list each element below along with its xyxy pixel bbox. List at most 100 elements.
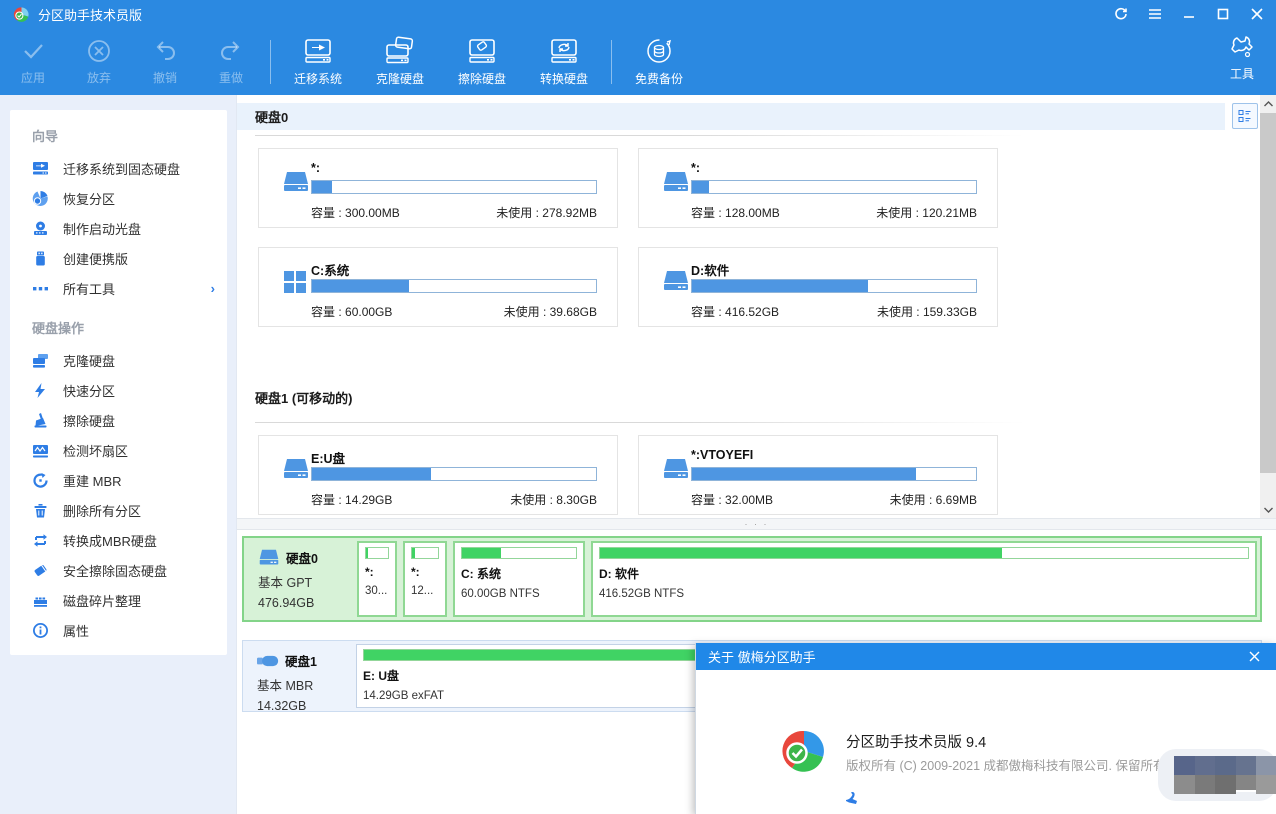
clone-disk-button[interactable]: 克隆硬盘 (359, 32, 441, 92)
menu-icon[interactable] (1142, 2, 1168, 26)
partition-card-star-128[interactable]: *: 容量 : 128.00MB 未使用 : 120.21MB (638, 148, 998, 228)
about-app-logo-icon (780, 729, 828, 775)
defrag-icon (32, 592, 49, 609)
free-backup-button[interactable]: 免费备份 (618, 32, 700, 92)
usage-bar (691, 467, 977, 481)
partition-title: *: (691, 161, 700, 175)
lightning-icon (32, 382, 49, 399)
dialog-close-button[interactable] (1240, 643, 1268, 670)
window-title: 分区助手技术员版 (38, 5, 142, 24)
about-dialog: 关于 傲梅分区助手 分区助手技术员版 9.4 版权所有 (C) 2009-202… (695, 643, 1276, 814)
redo-button[interactable]: 重做 (198, 32, 264, 92)
cancel-circle-icon (85, 37, 113, 65)
clone-disk-icon (32, 352, 49, 369)
sidebar-item-wipe-disk[interactable]: 擦除硬盘 (10, 405, 227, 435)
boot-disc-icon (32, 220, 49, 237)
partition-block-c-system[interactable]: C: 系统 60.00GB NTFS (453, 541, 585, 617)
maximize-button[interactable] (1210, 2, 1236, 26)
minimize-button[interactable] (1176, 2, 1202, 26)
disk-operations-panel: 硬盘操作 克隆硬盘 快速分区 擦除硬盘 检测坏扇区 重建 MBR (10, 302, 227, 655)
unused-text: 未使用 : 8.30GB (510, 491, 597, 508)
bad-sector-wave-icon (32, 442, 49, 459)
partition-title: D:软件 (691, 260, 729, 279)
disk-convert-icon (547, 36, 581, 66)
refresh-icon[interactable] (1108, 2, 1134, 26)
partition-card-vtoyefi[interactable]: *:VTOYEFI 容量 : 32.00MB 未使用 : 6.69MB (638, 435, 998, 515)
toolbar-separator (270, 40, 271, 84)
section-title-wizard: 向导 (10, 120, 227, 153)
partition-block-star-300[interactable]: *: 30... (357, 541, 397, 617)
unused-text: 未使用 : 278.92MB (496, 204, 597, 221)
partition-block-star-128[interactable]: *: 12... (403, 541, 447, 617)
undo-icon (151, 37, 179, 65)
scrollbar-thumb[interactable] (1260, 113, 1276, 473)
toolbar: 应用 放弃 撤销 重做 迁移系 (0, 28, 1276, 95)
titlebar: 分区助手技术员版 (0, 0, 1276, 28)
disk0-row-selected[interactable]: 硬盘0 基本 GPT 476.94GB *: 30... *: 12... C:… (242, 536, 1262, 622)
sidebar-item-secure-erase-ssd[interactable]: 安全擦除固态硬盘 (10, 555, 227, 585)
sidebar-item-check-bad-sectors[interactable]: 检测坏扇区 (10, 435, 227, 465)
dialog-titlebar: 关于 傲梅分区助手 (696, 643, 1276, 670)
scroll-down-button[interactable] (1260, 501, 1276, 518)
window-chrome: 分区助手技术员版 (0, 0, 1276, 95)
backup-icon (642, 36, 676, 66)
disk-overview-pane: 硬盘0 *: 容量 : 300.00MB 未使用 : 278.92MB *: 容… (237, 95, 1276, 518)
disk0-section-header: 硬盘0 (237, 103, 1225, 130)
partition-card-star-300[interactable]: *: 容量 : 300.00MB 未使用 : 278.92MB (258, 148, 618, 228)
about-app-name: 分区助手技术员版 9.4 (846, 731, 986, 752)
apply-button[interactable]: 应用 (0, 32, 66, 92)
sidebar-item-clone-disk[interactable]: 克隆硬盘 (10, 345, 227, 375)
sidebar-item-migrate-to-ssd[interactable]: 迁移系统到固态硬盘 (10, 153, 227, 183)
disk-icon (663, 270, 689, 292)
sidebar-item-rebuild-mbr[interactable]: 重建 MBR (10, 465, 227, 495)
sidebar-item-recover-partition[interactable]: 恢复分区 (10, 183, 227, 213)
partition-card-d-software[interactable]: D:软件 容量 : 416.52GB 未使用 : 159.33GB (638, 247, 998, 327)
sidebar-item-convert-to-mbr[interactable]: 转换成MBR硬盘 (10, 525, 227, 555)
wipe-disk-button[interactable]: 擦除硬盘 (441, 32, 523, 92)
sidebar-item-quick-partition[interactable]: 快速分区 (10, 375, 227, 405)
sidebar-item-defragment[interactable]: 磁盘碎片整理 (10, 585, 227, 615)
partition-card-c-system[interactable]: C:系统 容量 : 60.00GB 未使用 : 39.68GB (258, 247, 618, 327)
eraser-icon (32, 562, 49, 579)
sidebar-item-create-portable[interactable]: 创建便携版 (10, 243, 227, 273)
chevron-right-icon: › (211, 281, 215, 296)
close-button[interactable] (1244, 2, 1270, 26)
sidebar-item-all-tools[interactable]: 所有工具 › (10, 273, 227, 303)
disk-icon (283, 458, 309, 480)
dialog-title: 关于 傲梅分区助手 (708, 647, 816, 666)
tools-button[interactable]: 工具 (1214, 28, 1270, 88)
pane-splitter[interactable]: · · · (237, 518, 1276, 530)
capacity-text: 容量 : 300.00MB (311, 204, 400, 221)
sidebar-item-properties[interactable]: 属性 (10, 615, 227, 645)
redo-icon (217, 37, 245, 65)
unused-text: 未使用 : 159.33GB (877, 303, 977, 320)
view-toggle-button[interactable] (1232, 103, 1258, 129)
section-title-disk-operations: 硬盘操作 (10, 312, 227, 345)
vertical-scrollbar[interactable] (1260, 95, 1276, 518)
convert-arrows-icon (32, 532, 49, 549)
scroll-up-button[interactable] (1260, 95, 1276, 112)
migrate-system-button[interactable]: 迁移系统 (277, 32, 359, 92)
disk-icon (258, 549, 280, 566)
unused-text: 未使用 : 39.68GB (504, 303, 597, 320)
trash-icon (32, 502, 49, 519)
partition-title: E:U盘 (311, 448, 345, 467)
list-view-icon (1237, 108, 1253, 124)
sidebar: 向导 迁移系统到固态硬盘 恢复分区 制作启动光盘 创建便携版 所有工具 › (0, 95, 237, 814)
pointer-hand-icon (844, 790, 860, 806)
sidebar-item-delete-all-partitions[interactable]: 删除所有分区 (10, 495, 227, 525)
partition-title: *: (311, 161, 320, 175)
wizard-panel: 向导 迁移系统到固态硬盘 恢复分区 制作启动光盘 创建便携版 所有工具 › (10, 110, 227, 313)
disk-clone-icon (383, 36, 417, 66)
convert-disk-button[interactable]: 转换硬盘 (523, 32, 605, 92)
wrench-icon (1229, 35, 1255, 61)
sidebar-item-make-boot-disc[interactable]: 制作启动光盘 (10, 213, 227, 243)
partition-card-e-usb[interactable]: E:U盘 容量 : 14.29GB 未使用 : 8.30GB (258, 435, 618, 515)
discard-button[interactable]: 放弃 (66, 32, 132, 92)
windows-logo-icon (283, 270, 307, 294)
usb-icon (32, 250, 49, 267)
partition-block-d-software[interactable]: D: 软件 416.52GB NTFS (591, 541, 1257, 617)
undo-button[interactable]: 撤销 (132, 32, 198, 92)
unused-text: 未使用 : 120.21MB (876, 204, 977, 221)
disk1-size: 14.32GB (257, 699, 353, 713)
